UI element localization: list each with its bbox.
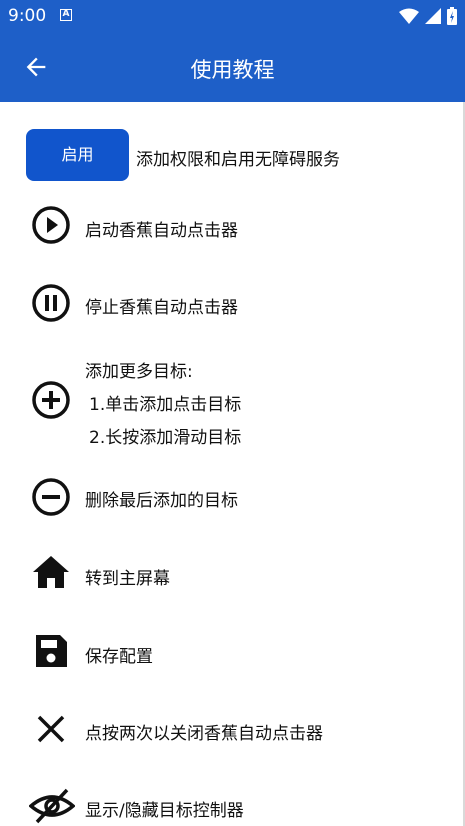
status-time: 9:00 <box>8 6 47 26</box>
battery-icon <box>447 7 457 25</box>
enable-description: 添加权限和启用无障碍服务 <box>136 150 340 170</box>
add-item-tap-hint: 1.单击添加点击目标 <box>89 395 242 415</box>
pause-circle-icon <box>32 284 70 322</box>
add-item-longpress-hint: 2.长按添加滑动目标 <box>89 428 242 448</box>
signal-icon <box>425 8 441 24</box>
remove-circle-icon <box>32 478 70 516</box>
home-item-label: 转到主屏幕 <box>85 569 170 589</box>
add-item-label: 添加更多目标: <box>85 362 193 382</box>
visibility-item-label: 显示/隐藏目标控制器 <box>85 801 244 821</box>
app-bar: 使用教程 <box>0 32 465 102</box>
visibility-off-icon <box>29 788 75 824</box>
tutorial-list: 启用 添加权限和启用无障碍服务 启动香蕉自动点击器 停止香蕉自动点击器 添加更多… <box>0 102 463 826</box>
play-circle-icon <box>32 206 70 244</box>
add-circle-icon <box>32 381 70 419</box>
save-item-label: 保存配置 <box>85 647 153 667</box>
play-item-label: 启动香蕉自动点击器 <box>85 221 238 241</box>
close-icon <box>37 715 65 743</box>
status-bar: 9:00 A <box>0 0 465 32</box>
wifi-icon <box>399 8 419 24</box>
status-icons <box>399 6 457 26</box>
pause-item-label: 停止香蕉自动点击器 <box>85 298 238 318</box>
remove-item-label: 删除最后添加的目标 <box>85 491 238 511</box>
enable-button[interactable]: 启用 <box>26 129 129 181</box>
save-icon <box>36 635 67 667</box>
page-title: 使用教程 <box>190 58 275 82</box>
status-badge: A <box>60 9 72 21</box>
home-icon <box>33 556 69 588</box>
close-item-label: 点按两次以关闭香蕉自动点击器 <box>85 724 323 744</box>
